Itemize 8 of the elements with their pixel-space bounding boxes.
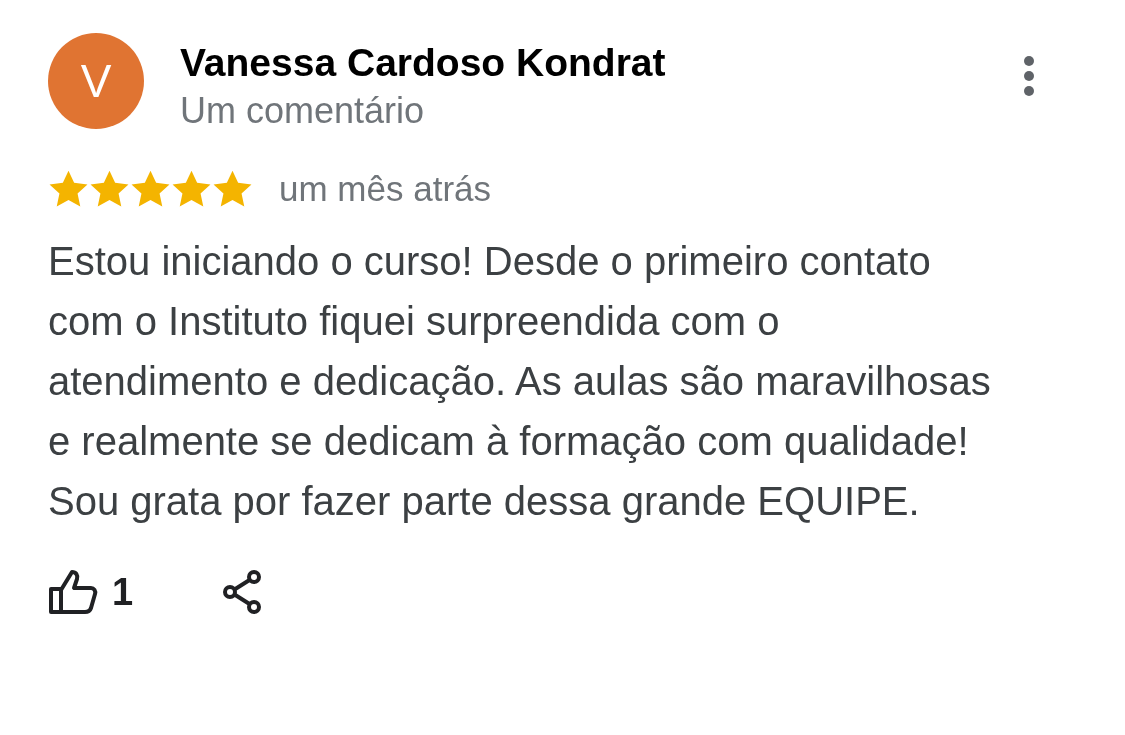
author-subtitle: Um comentário [180,89,426,133]
review-text: Estou iniciando o curso! Desde o primeiro contato com o Instituto fiquei surpreendida com o atendimento e dedicação. As aulas são maravilhosas e realmente se dedicam à formação com qualidade! Sou grata por fazer parte dessa grande EQUIPE. [48,238,992,525]
avatar: V [48,33,144,129]
author-name[interactable]: Vanessa Cardoso Kondrat [180,39,1023,87]
share-icon[interactable] [221,569,264,615]
like-button[interactable]: 1 [48,569,134,615]
review-date: um mês atrás [279,169,491,209]
more-options-icon[interactable] [1023,55,1035,97]
